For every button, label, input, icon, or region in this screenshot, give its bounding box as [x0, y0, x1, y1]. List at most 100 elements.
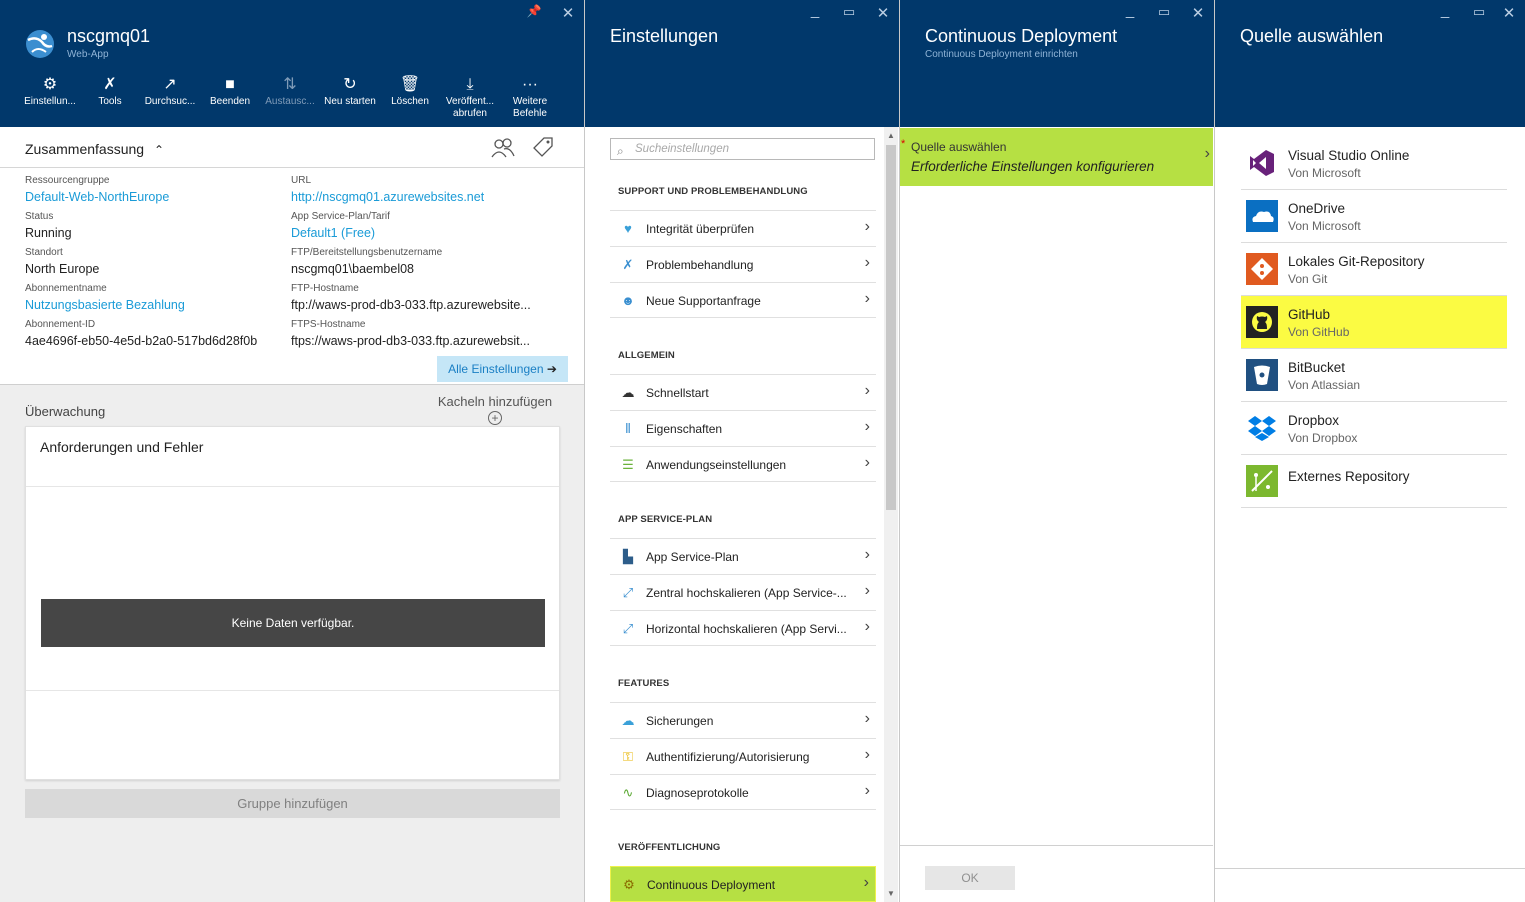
- properties-icon: ⦀: [625, 421, 631, 436]
- settings-item-horizontal-hochskalieren-app-servi[interactable]: ⤢ Horizontal hochskalieren (App Servi... ›: [610, 610, 876, 646]
- divider: [26, 486, 559, 487]
- source-item-dropbox[interactable]: Dropbox Von Dropbox: [1241, 402, 1507, 455]
- scroll-up-icon[interactable]: ▲: [887, 131, 895, 140]
- settings-item-continuous-deployment[interactable]: ⚙ Continuous Deployment ›: [610, 866, 876, 902]
- users-icon[interactable]: [490, 137, 516, 159]
- field-link[interactable]: Default-Web-NorthEurope: [25, 190, 169, 204]
- minimize-icon[interactable]: _: [1121, 2, 1139, 19]
- ok-button[interactable]: OK: [925, 866, 1015, 890]
- chevron-right-icon: ›: [864, 218, 870, 235]
- command-label: Weitere Befehle: [512, 96, 548, 119]
- command-more-button[interactable]: ··· Weitere Befehle: [502, 76, 558, 120]
- settings-item-label: Integrität überprüfen: [646, 222, 755, 236]
- command-stop-button[interactable]: ■ Beenden: [202, 76, 258, 108]
- settings-item-app-service-plan[interactable]: ▙ App Service-Plan ›: [610, 538, 876, 574]
- settings-item-anwendungseinstellungen[interactable]: ☰ Anwendungseinstellungen ›: [610, 446, 876, 482]
- search-icon: ⌕: [617, 144, 624, 158]
- summary-heading[interactable]: Zusammenfassung ⌃: [25, 141, 164, 157]
- tools-icon: ✗: [103, 76, 117, 93]
- source-item-external-repo[interactable]: Externes Repository: [1241, 455, 1507, 508]
- section-heading: APP SERVICE-PLAN: [618, 514, 713, 525]
- minimize-icon[interactable]: _: [1436, 2, 1454, 19]
- scrollbar[interactable]: ▲ ▼: [884, 127, 898, 902]
- command-label: Einstellun...: [24, 96, 76, 107]
- settings-item-zentral-hochskalieren-app-service[interactable]: ⤢ Zentral hochskalieren (App Service-... ›: [610, 574, 876, 610]
- chevron-right-icon: ›: [864, 382, 870, 399]
- pin-icon[interactable]: 📌: [525, 4, 543, 18]
- no-data-message: Keine Daten verfügbar.: [41, 599, 545, 647]
- chevron-right-icon: ›: [864, 254, 870, 271]
- close-icon[interactable]: ✕: [1189, 4, 1207, 22]
- requests-errors-tile[interactable]: Anforderungen und Fehler Keine Daten ver…: [25, 426, 560, 780]
- source-item-onedrive[interactable]: OneDrive Von Microsoft: [1241, 190, 1507, 243]
- settings-item-neue-supportanfrage[interactable]: ☻ Neue Supportanfrage ›: [610, 282, 876, 318]
- app-settings-icon: ☰: [622, 457, 634, 472]
- settings-item-authentifizierung-autorisierung[interactable]: ⚿ Authentifizierung/Autorisierung ›: [610, 738, 876, 774]
- maximize-icon[interactable]: ▭: [1470, 4, 1488, 20]
- command-swap-button[interactable]: ⇅ Austausc...: [262, 76, 318, 108]
- blade-title: Continuous Deployment: [925, 26, 1118, 46]
- chevron-up-icon[interactable]: ⌃: [154, 143, 164, 157]
- section-heading: ALLGEMEIN: [618, 350, 675, 361]
- add-group-button[interactable]: Gruppe hinzufügen: [25, 789, 560, 818]
- settings-item-integrität-überprüfen[interactable]: ♥ Integrität überprüfen ›: [610, 210, 876, 246]
- close-icon[interactable]: ✕: [874, 4, 892, 22]
- chevron-right-icon: ›: [864, 454, 870, 471]
- settings-blade: Einstellungen _ ▭ ✕ ⌕ Sucheinstellungen …: [584, 0, 899, 902]
- maximize-icon[interactable]: ▭: [1155, 4, 1173, 20]
- bitbucket-icon: [1246, 359, 1278, 391]
- command-tools-button[interactable]: ✗ Tools: [82, 76, 138, 108]
- source-item-git[interactable]: Lokales Git-Repository Von Git: [1241, 243, 1507, 296]
- chevron-right-icon: ›: [863, 874, 869, 891]
- required-star: *: [901, 138, 906, 150]
- settings-item-eigenschaften[interactable]: ⦀ Eigenschaften ›: [610, 410, 876, 446]
- source-name: Externes Repository: [1288, 469, 1410, 484]
- external-repo-icon: [1246, 465, 1278, 497]
- blade-title: Quelle auswählen: [1240, 26, 1384, 46]
- add-circle-icon: +: [488, 411, 502, 425]
- command-delete-button[interactable]: 🗑 Löschen: [382, 76, 438, 108]
- all-settings-button[interactable]: Alle Einstellungen ➔: [437, 356, 568, 382]
- field-label: Standort: [25, 247, 63, 258]
- more-icon: ···: [522, 76, 538, 93]
- settings-item-label: Schnellstart: [646, 386, 709, 400]
- field-label: Ressourcengruppe: [25, 175, 110, 186]
- field-label: URL: [291, 175, 312, 186]
- settings-item-sicherungen[interactable]: ☁ Sicherungen ›: [610, 702, 876, 738]
- field-link[interactable]: Default1 (Free): [291, 226, 375, 240]
- heart-icon: ♥: [624, 221, 632, 236]
- add-tiles-button[interactable]: Kacheln hinzufügen +: [430, 394, 560, 425]
- chevron-right-icon: ›: [864, 290, 870, 307]
- source-provider: Von GitHub: [1288, 325, 1350, 339]
- source-item-visual-studio[interactable]: Visual Studio Online Von Microsoft: [1241, 137, 1507, 190]
- search-settings-input[interactable]: ⌕ Sucheinstellungen: [610, 138, 875, 160]
- settings-item-diagnoseprotokolle[interactable]: ∿ Diagnoseprotokolle ›: [610, 774, 876, 810]
- choose-source-blade: Quelle auswählen _ ▭ ✕ Visual Studio Onl…: [1214, 0, 1525, 902]
- command-label: Veröffent... abrufen: [445, 96, 495, 119]
- settings-item-label: Problembehandlung: [646, 258, 754, 272]
- close-icon[interactable]: ✕: [1500, 4, 1518, 22]
- minimize-icon[interactable]: _: [806, 2, 824, 19]
- source-item-github[interactable]: GitHub Von GitHub: [1241, 296, 1507, 349]
- field-link[interactable]: http://nscgmq01.azurewebsites.net: [291, 190, 484, 204]
- settings-item-schnellstart[interactable]: ☁ Schnellstart ›: [610, 374, 876, 410]
- settings-item-problembehandlung[interactable]: ✗ Problembehandlung ›: [610, 246, 876, 282]
- choose-source-required-item[interactable]: * Quelle auswählen Erforderliche Einstel…: [900, 128, 1213, 186]
- scroll-thumb[interactable]: [886, 145, 896, 510]
- command-restart-button[interactable]: ↻ Neu starten: [322, 76, 378, 108]
- chevron-right-icon: ›: [864, 710, 870, 727]
- command-browse-button[interactable]: ↗ Durchsuc...: [142, 76, 198, 108]
- section-heading: VERÖFFENTLICHUNG: [618, 842, 721, 853]
- close-icon[interactable]: ✕: [559, 4, 577, 22]
- field-label: Status: [25, 211, 54, 222]
- blade-header: Quelle auswählen _ ▭ ✕: [1215, 0, 1525, 127]
- command-download-button[interactable]: ⤓ Veröffent... abrufen: [442, 76, 498, 120]
- maximize-icon[interactable]: ▭: [840, 4, 858, 20]
- field-label: Abonnement-ID: [25, 319, 96, 330]
- field-link[interactable]: Nutzungsbasierte Bezahlung: [25, 298, 185, 312]
- scroll-down-icon[interactable]: ▼: [887, 889, 895, 898]
- tag-icon[interactable]: [532, 136, 554, 158]
- source-item-bitbucket[interactable]: BitBucket Von Atlassian: [1241, 349, 1507, 402]
- command-gear-button[interactable]: ⚙ Einstellun...: [22, 76, 78, 108]
- settings-item-label: Continuous Deployment: [647, 878, 776, 892]
